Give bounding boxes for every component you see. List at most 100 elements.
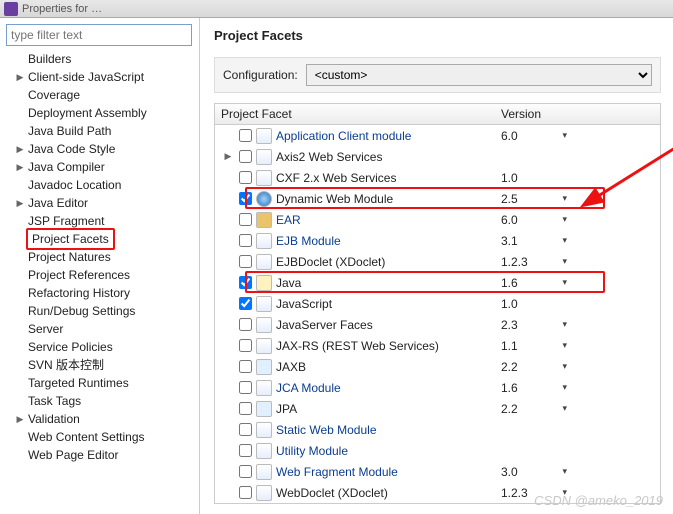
facet-checkbox[interactable] [239,360,252,373]
expand-icon[interactable]: ▶ [14,140,26,158]
expand-icon[interactable]: ▶ [14,68,26,86]
chevron-down-icon[interactable]: ▾ [562,403,567,414]
table-row[interactable]: JavaScript1.0 [215,293,660,314]
sidebar-item-label: Java Compiler [26,158,105,176]
version-cell[interactable]: 2.3▾ [495,318,575,332]
sidebar-item[interactable]: Web Page Editor [6,446,199,464]
chevron-down-icon[interactable]: ▾ [562,277,567,288]
table-row[interactable]: JavaServer Faces2.3▾ [215,314,660,335]
col-header-facet[interactable]: Project Facet [215,107,495,121]
table-row[interactable]: JAX-RS (REST Web Services)1.1▾ [215,335,660,356]
facet-checkbox[interactable] [239,318,252,331]
sidebar-item[interactable]: Server [6,320,199,338]
sidebar-item[interactable]: ▶Java Compiler [6,158,199,176]
sidebar-item[interactable]: Project Natures [6,248,199,266]
facet-checkbox[interactable] [239,129,252,142]
facet-checkbox[interactable] [239,444,252,457]
facet-checkbox[interactable] [239,381,252,394]
app-icon [4,2,18,16]
sidebar-item[interactable]: Service Policies [6,338,199,356]
facet-icon [256,338,272,354]
version-cell[interactable]: 3.0▾ [495,465,575,479]
chevron-down-icon[interactable]: ▾ [562,466,567,477]
version-cell[interactable]: 2.5▾ [495,192,575,206]
filter-input[interactable] [6,24,192,46]
version-cell[interactable]: 3.1▾ [495,234,575,248]
chevron-down-icon[interactable]: ▾ [562,235,567,246]
table-row[interactable]: JPA2.2▾ [215,398,660,419]
sidebar-item[interactable]: Coverage [6,86,199,104]
table-row[interactable]: WebDoclet (XDoclet)1.2.3▾ [215,482,660,503]
sidebar-item[interactable]: Deployment Assembly [6,104,199,122]
sidebar-item[interactable]: ▶Java Code Style [6,140,199,158]
version-cell[interactable]: 2.2▾ [495,402,575,416]
table-row[interactable]: CXF 2.x Web Services1.0 [215,167,660,188]
facet-icon [256,443,272,459]
sidebar-item[interactable]: Project References [6,266,199,284]
table-row[interactable]: EAR6.0▾ [215,209,660,230]
chevron-down-icon[interactable]: ▾ [562,130,567,141]
table-row[interactable]: Web Fragment Module3.0▾ [215,461,660,482]
version-cell[interactable]: 1.6▾ [495,381,575,395]
version-cell[interactable]: 6.0▾ [495,129,575,143]
facet-checkbox[interactable] [239,150,252,163]
facet-checkbox[interactable] [239,192,252,205]
sidebar-item[interactable]: ▶Client-side JavaScript [6,68,199,86]
sidebar-item[interactable]: Targeted Runtimes [6,374,199,392]
configuration-select[interactable]: <custom> [306,64,652,86]
chevron-down-icon[interactable]: ▾ [562,319,567,330]
facet-checkbox[interactable] [239,234,252,247]
expand-icon[interactable]: ▶ [14,410,26,428]
facet-checkbox[interactable] [239,276,252,289]
sidebar-item[interactable]: ▶Java Editor [6,194,199,212]
version-cell[interactable]: 1.6▾ [495,276,575,290]
version-cell[interactable]: 2.2▾ [495,360,575,374]
table-row[interactable]: Utility Module [215,440,660,461]
chevron-down-icon[interactable]: ▾ [562,487,567,498]
table-row[interactable]: EJB Module3.1▾ [215,230,660,251]
sidebar-item[interactable]: Run/Debug Settings [6,302,199,320]
table-row[interactable]: JCA Module1.6▾ [215,377,660,398]
facet-checkbox[interactable] [239,465,252,478]
version-cell[interactable]: 1.2.3▾ [495,486,575,500]
chevron-down-icon[interactable]: ▾ [562,340,567,351]
version-cell[interactable]: 1.1 ▾ [495,339,575,353]
table-row[interactable]: ▶Axis2 Web Services [215,146,660,167]
facet-checkbox[interactable] [239,171,252,184]
version-cell[interactable]: 1.2.3▾ [495,255,575,269]
table-row[interactable]: Dynamic Web Module2.5▾ [215,188,660,209]
facet-checkbox[interactable] [239,213,252,226]
sidebar-item[interactable]: Javadoc Location [6,176,199,194]
table-row[interactable]: Static Web Module [215,419,660,440]
sidebar-item-label: Project Natures [26,248,111,266]
facet-checkbox[interactable] [239,339,252,352]
sidebar-item[interactable]: Project Facets [6,230,199,248]
sidebar-item[interactable]: Task Tags [6,392,199,410]
sidebar-item[interactable]: Java Build Path [6,122,199,140]
sidebar-item[interactable]: Web Content Settings [6,428,199,446]
sidebar-item[interactable]: Refactoring History [6,284,199,302]
sidebar-item[interactable]: Builders [6,50,199,68]
sidebar-item[interactable]: ▶Validation [6,410,199,428]
table-row[interactable]: EJBDoclet (XDoclet)1.2.3▾ [215,251,660,272]
table-row[interactable]: JAXB2.2▾ [215,356,660,377]
facet-checkbox[interactable] [239,255,252,268]
expand-icon[interactable]: ▶ [221,151,235,162]
facet-checkbox[interactable] [239,402,252,415]
chevron-down-icon[interactable]: ▾ [562,193,567,204]
sidebar-item[interactable]: SVN 版本控制 [6,356,199,374]
facet-checkbox[interactable] [239,423,252,436]
chevron-down-icon[interactable]: ▾ [562,214,567,225]
table-row[interactable]: Application Client module6.0▾ [215,125,660,146]
facet-checkbox[interactable] [239,486,252,499]
col-header-version[interactable]: Version [495,107,575,121]
chevron-down-icon[interactable]: ▾ [562,382,567,393]
table-row[interactable]: Java1.6▾ [215,272,660,293]
expand-icon[interactable]: ▶ [14,194,26,212]
facet-checkbox[interactable] [239,297,252,310]
chevron-down-icon[interactable]: ▾ [562,256,567,267]
chevron-down-icon[interactable]: ▾ [562,361,567,372]
version-value: 1.1 [501,339,518,353]
expand-icon[interactable]: ▶ [14,158,26,176]
version-cell[interactable]: 6.0▾ [495,213,575,227]
